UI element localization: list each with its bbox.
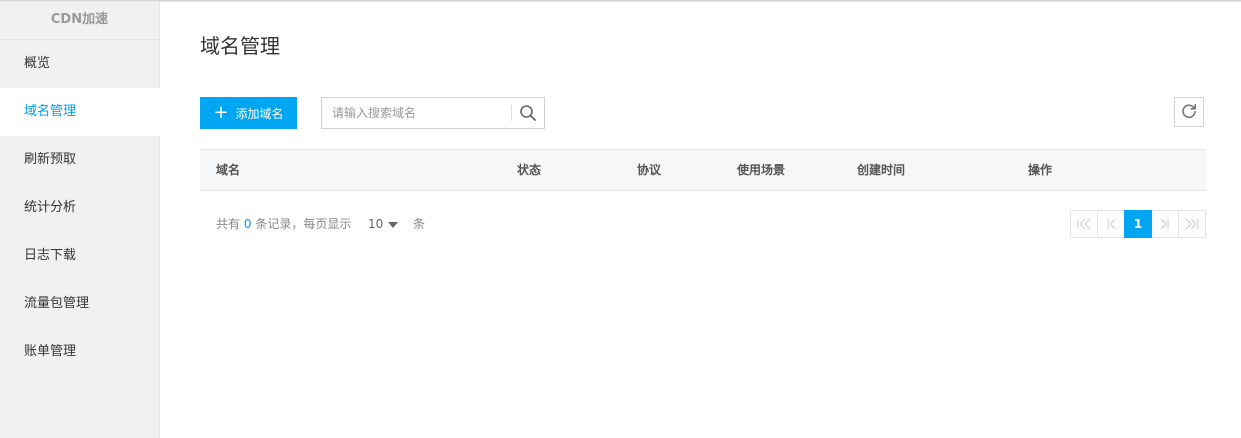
sidebar: CDN加速 概览 域名管理 刷新预取 统计分析 日志下载 流量包管理 账单管理 (0, 2, 160, 438)
column-header-actions: 操作 (1028, 163, 1053, 177)
prev-page-button[interactable] (1097, 210, 1125, 238)
column-header-domain: 域名 (216, 163, 241, 177)
next-page-icon (1160, 218, 1169, 230)
page-size-select[interactable]: 10 (368, 209, 399, 239)
page-title: 域名管理 (200, 34, 280, 58)
search-icon[interactable] (516, 101, 540, 125)
domain-table: 域名 状态 协议 使用场景 创建时间 操作 (200, 149, 1206, 191)
first-page-button[interactable] (1070, 210, 1098, 238)
sidebar-item-refresh-prefetch[interactable]: 刷新预取 (0, 136, 159, 184)
prev-page-icon (1107, 218, 1116, 230)
search-input[interactable] (322, 98, 508, 128)
main-content: 域名管理 + 添加域名 域名 状态 协议 使用场景 创建时间 操 (160, 2, 1241, 438)
total-records: 共有 0 条记录，每页显示 (216, 209, 351, 239)
sidebar-item-overview[interactable]: 概览 (0, 40, 159, 88)
total-prefix: 共有 (216, 217, 241, 231)
add-domain-button[interactable]: + 添加域名 (200, 97, 297, 129)
total-suffix: 条记录，每页显示 (255, 217, 352, 231)
refresh-icon (1180, 102, 1198, 123)
sidebar-item-billing[interactable]: 账单管理 (0, 328, 159, 376)
page-size-value: 10 (368, 217, 384, 231)
sidebar-item-log-download[interactable]: 日志下载 (0, 232, 159, 280)
column-header-status: 状态 (517, 163, 542, 177)
add-domain-label: 添加域名 (235, 106, 284, 121)
page-1-button[interactable]: 1 (1124, 210, 1152, 238)
total-count: 0 (243, 217, 252, 231)
column-header-created-time: 创建时间 (857, 163, 906, 177)
sidebar-title: CDN加速 (0, 2, 159, 40)
plus-icon: + (213, 102, 229, 123)
sidebar-item-traffic-package[interactable]: 流量包管理 (0, 280, 159, 328)
caret-down-icon (388, 221, 399, 228)
sidebar-item-domain-management[interactable]: 域名管理 (0, 88, 160, 136)
last-page-button[interactable] (1178, 210, 1206, 238)
table-footer: 共有 0 条记录，每页显示 10 条 1 (200, 209, 1206, 239)
pagination: 1 (1070, 210, 1206, 238)
first-page-icon (1077, 218, 1091, 230)
last-page-icon (1185, 218, 1199, 230)
search-divider (511, 105, 512, 121)
table-header: 域名 状态 协议 使用场景 创建时间 操作 (200, 149, 1206, 191)
column-header-protocol: 协议 (637, 163, 662, 177)
refresh-button[interactable] (1174, 97, 1204, 127)
column-header-scenario: 使用场景 (737, 163, 786, 177)
next-page-button[interactable] (1151, 210, 1179, 238)
sidebar-item-statistics[interactable]: 统计分析 (0, 184, 159, 232)
search-box (321, 97, 545, 129)
page-size-unit: 条 (413, 217, 426, 231)
